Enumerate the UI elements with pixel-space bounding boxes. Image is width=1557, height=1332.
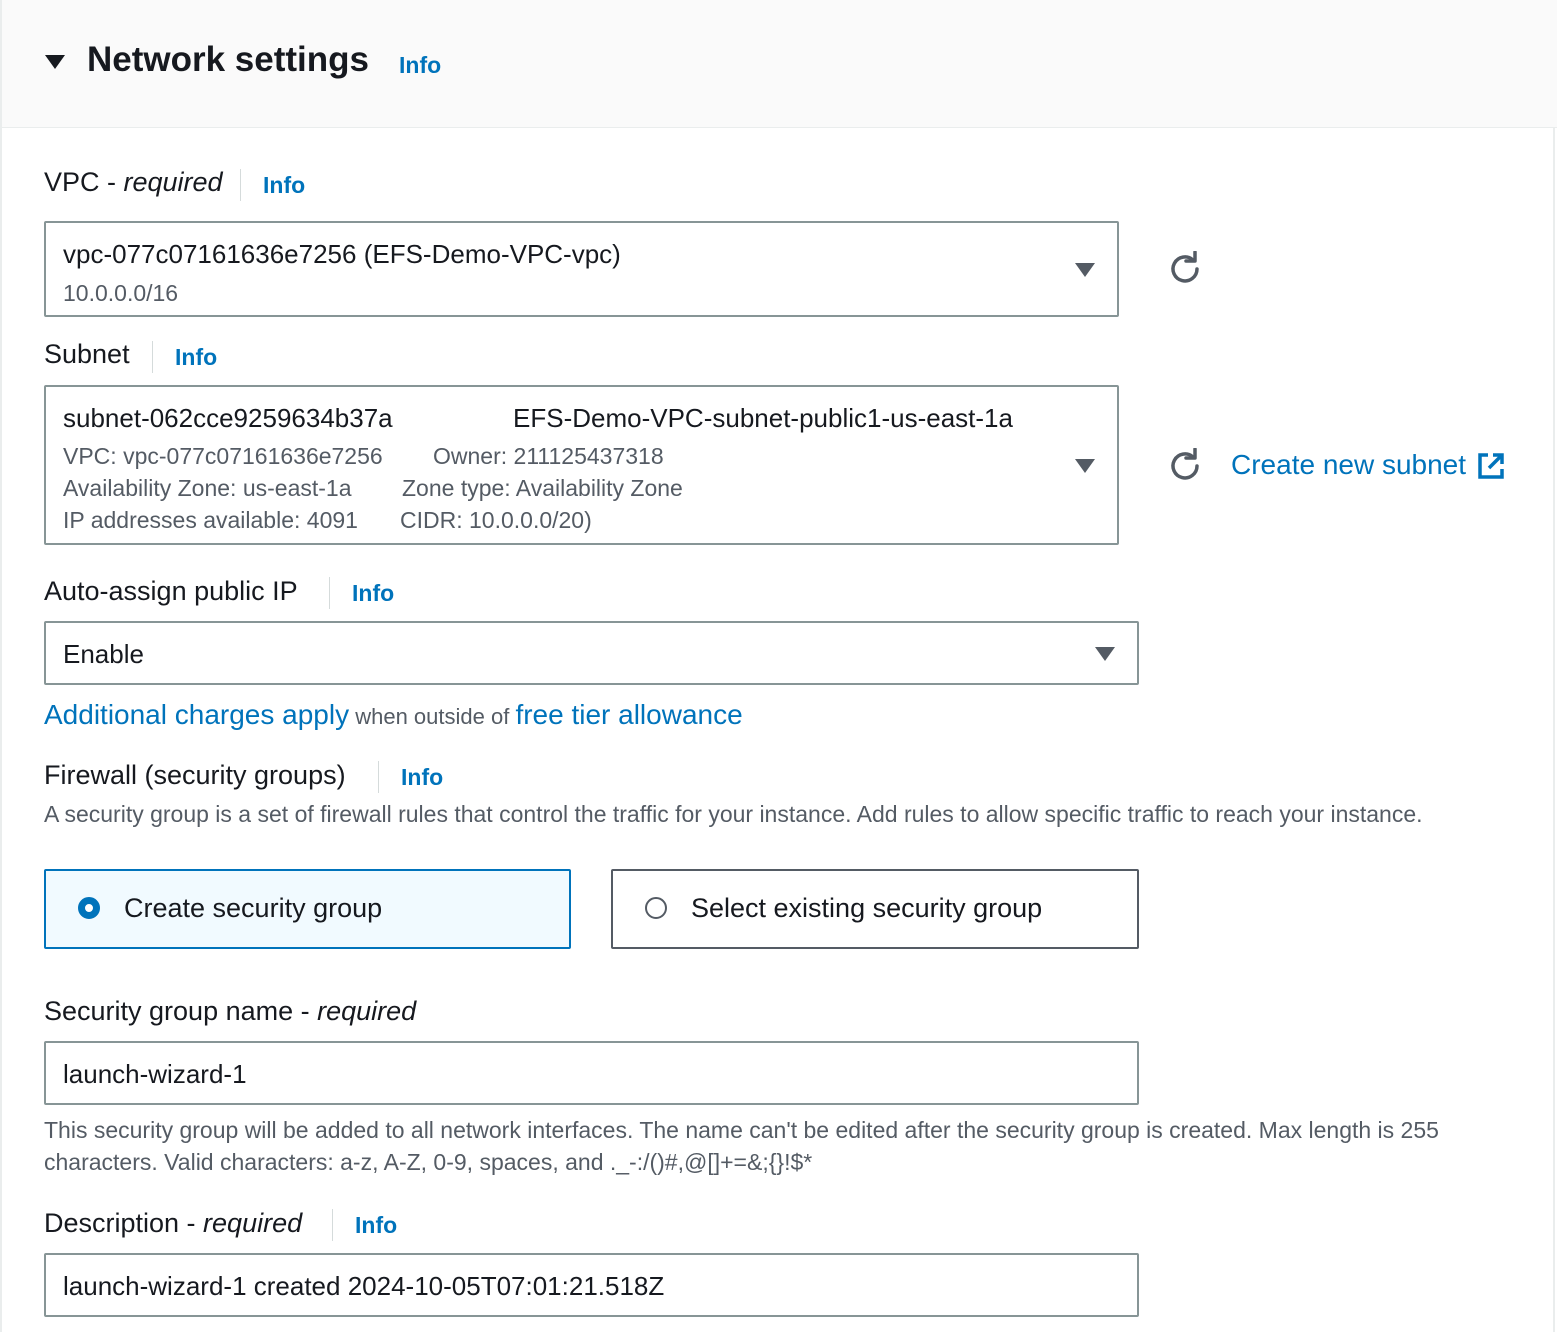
sg-name-value: launch-wizard-1 [63, 1059, 247, 1089]
auto-ip-value: Enable [63, 639, 144, 669]
sg-name-label: Security group name - required [44, 996, 417, 1026]
sg-description-label: Description - required [44, 1208, 303, 1238]
firewall-info-link[interactable]: Info [401, 764, 443, 791]
external-link-icon[interactable] [1476, 451, 1506, 481]
radio-unselected-icon[interactable] [645, 897, 667, 919]
charges-note: Additional charges apply when outside of… [44, 699, 743, 731]
vpc-select[interactable]: vpc-077c07161636e7256 (EFS-Demo-VPC-vpc)… [44, 221, 1119, 317]
create-subnet-link[interactable]: Create new subnet [1231, 449, 1466, 481]
vpc-label: VPC - required [44, 167, 223, 197]
subnet-id: subnet-062cce9259634b37a [63, 403, 393, 433]
create-security-group-option[interactable]: Create security group [44, 869, 571, 949]
charges-text: when outside of [349, 704, 516, 729]
subnet-vpc: VPC: vpc-077c07161636e7256 [63, 443, 383, 469]
subnet-ips: IP addresses available: 4091 [63, 507, 358, 533]
divider [240, 169, 241, 201]
vpc-select-value: vpc-077c07161636e7256 (EFS-Demo-VPC-vpc) [63, 239, 621, 269]
auto-ip-label: Auto-assign public IP [44, 576, 298, 606]
additional-charges-link[interactable]: Additional charges apply [44, 699, 349, 730]
select-existing-security-group-option[interactable]: Select existing security group [611, 869, 1139, 949]
create-security-group-label: Create security group [124, 893, 383, 923]
dropdown-arrow-icon [1075, 263, 1095, 277]
refresh-icon[interactable] [1167, 448, 1203, 484]
divider [378, 761, 379, 793]
subnet-name: EFS-Demo-VPC-subnet-public1-us-east-1a [513, 403, 1013, 433]
radio-selected-icon[interactable] [78, 897, 100, 919]
network-settings-panel: Network settings Info VPC - required Inf… [0, 0, 1557, 1332]
dropdown-arrow-icon [1075, 459, 1095, 473]
section-title: Network settings [87, 40, 369, 79]
sg-name-help: This security group will be added to all… [44, 1117, 1439, 1175]
refresh-icon[interactable] [1167, 251, 1203, 287]
vpc-cidr: 10.0.0.0/16 [63, 280, 179, 306]
free-tier-link[interactable]: free tier allowance [515, 699, 742, 730]
divider [332, 1209, 333, 1241]
subnet-label: Subnet [44, 339, 130, 369]
subnet-info-link[interactable]: Info [175, 344, 217, 371]
vpc-info-link[interactable]: Info [263, 172, 305, 199]
divider [152, 341, 153, 373]
firewall-description: A security group is a set of firewall ru… [44, 801, 1423, 827]
section-header[interactable]: Network settings Info [2, 0, 1557, 128]
auto-ip-select[interactable]: Enable [44, 621, 1139, 685]
sg-description-info-link[interactable]: Info [355, 1212, 397, 1239]
sg-description-value: launch-wizard-1 created 2024-10-05T07:01… [63, 1271, 665, 1301]
subnet-cidr: CIDR: 10.0.0.0/20) [400, 507, 592, 533]
firewall-label: Firewall (security groups) [44, 760, 346, 790]
sg-name-input[interactable]: launch-wizard-1 [44, 1041, 1139, 1105]
subnet-az: Availability Zone: us-east-1a [63, 475, 352, 501]
subnet-owner: Owner: 211125437318 [433, 443, 664, 469]
divider [329, 577, 330, 609]
caret-down-icon[interactable] [45, 55, 65, 69]
section-info-link[interactable]: Info [399, 52, 441, 79]
subnet-zone-type: Zone type: Availability Zone [402, 475, 683, 501]
sg-description-input[interactable]: launch-wizard-1 created 2024-10-05T07:01… [44, 1253, 1139, 1317]
dropdown-arrow-icon [1095, 647, 1115, 661]
subnet-select[interactable]: subnet-062cce9259634b37a EFS-Demo-VPC-su… [44, 385, 1119, 545]
auto-ip-info-link[interactable]: Info [352, 580, 394, 607]
select-existing-security-group-label: Select existing security group [691, 893, 1043, 923]
